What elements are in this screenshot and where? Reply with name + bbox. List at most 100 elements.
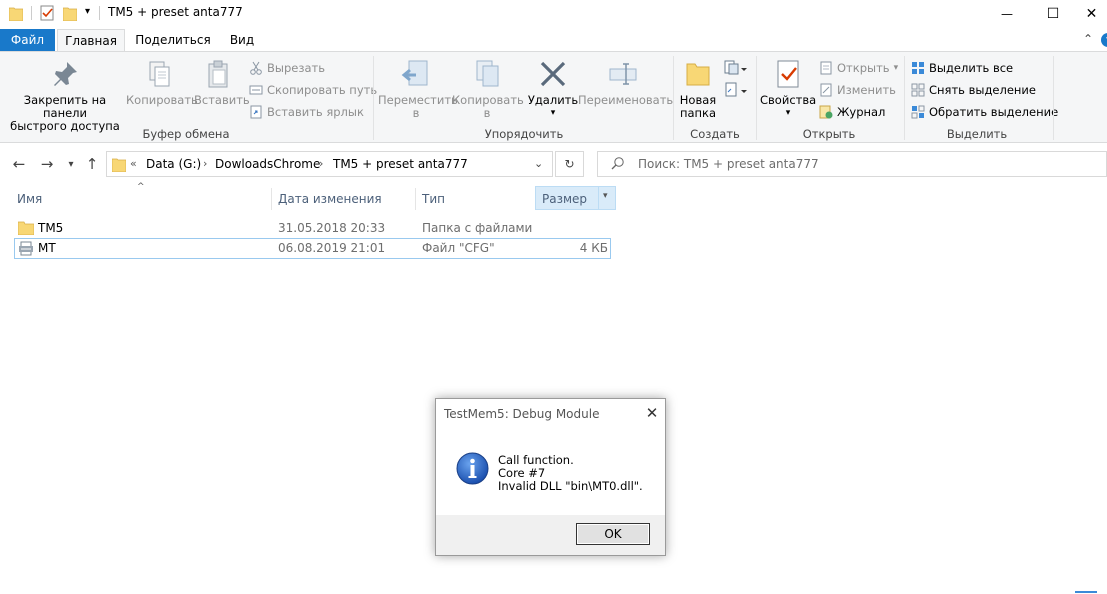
tab-home[interactable]: Главная <box>57 29 125 52</box>
copy-path-button[interactable]: Скопировать путь <box>249 83 377 97</box>
file-row-focused[interactable]: MT 06.08.2019 21:01 Файл "CFG" 4 КБ <box>14 238 611 259</box>
paste-icon <box>203 58 235 90</box>
select-all-button[interactable]: Выделить все <box>911 61 1013 75</box>
delete-label: Удалить <box>527 93 579 107</box>
clipboard-group-label: Буфер обмена <box>142 127 230 141</box>
open-group-label: Открыть <box>802 127 856 141</box>
select-group-label: Выделить <box>946 127 1008 141</box>
navigation-bar: ← → ▾ ↑ « Data (G:) › DowloadsChrome › T… <box>0 146 1107 182</box>
invert-selection-button[interactable]: Обратить выделение <box>911 105 1058 119</box>
rename-label: Переименовать <box>578 93 674 107</box>
invert-selection-icon <box>911 105 925 119</box>
column-header-name[interactable]: Имя <box>17 188 267 210</box>
config-file-icon <box>18 241 34 259</box>
delete-button[interactable]: Удалить ▾ <box>526 58 580 120</box>
dialog-title: TestMem5: Debug Module <box>444 407 600 421</box>
refresh-icon: ↻ <box>564 157 575 171</box>
new-folder-button[interactable]: Новая папка <box>676 58 720 120</box>
chevron-down-icon: ▾ <box>893 63 899 73</box>
cut-label: Вырезать <box>267 61 325 75</box>
help-icon[interactable]: ? <box>1100 32 1107 48</box>
copy-button[interactable]: Копировать <box>126 58 198 107</box>
up-arrow-icon[interactable]: ↑ <box>82 154 102 174</box>
new-folder-icon <box>682 58 714 90</box>
breadcrumb-data-drive[interactable]: Data (G:) <box>146 157 201 171</box>
tab-share[interactable]: Поделиться <box>135 29 210 51</box>
open-button[interactable]: Открыть ▾ <box>819 61 898 75</box>
group-divider <box>756 56 757 140</box>
cut-button[interactable]: Вырезать <box>249 61 325 75</box>
folder-icon <box>17 220 35 238</box>
move-to-button[interactable]: Переместить в <box>378 58 458 120</box>
ribbon: Закрепить на панели быстрого доступа Коп… <box>0 51 1107 143</box>
paste-button[interactable]: Вставить <box>194 58 250 107</box>
back-arrow-icon[interactable]: ← <box>9 154 29 174</box>
open-label: Открыть <box>837 61 890 75</box>
forward-arrow-icon[interactable]: → <box>37 154 57 174</box>
dialog-close-icon[interactable]: ✕ <box>642 403 662 423</box>
pin-label-line1: Закрепить на панели <box>23 93 107 120</box>
breadcrumb-dowloadschrome[interactable]: DowloadsChrome <box>215 157 320 171</box>
copy-icon <box>143 58 175 90</box>
column-filter-chevron-icon[interactable]: ▾ <box>603 191 608 201</box>
address-bar[interactable]: « Data (G:) › DowloadsChrome › TM5 + pre… <box>106 151 553 177</box>
properties-quick-icon[interactable] <box>40 5 55 24</box>
search-placeholder: Поиск: TM5 + preset anta777 <box>638 157 819 171</box>
file-name: MT <box>38 241 56 255</box>
window-title: TM5 + preset anta777 <box>108 5 243 19</box>
chevron-down-icon[interactable]: ⌄ <box>534 157 543 170</box>
copy-label: Копировать <box>126 93 198 107</box>
move-to-icon <box>400 58 432 90</box>
history-label: Журнал <box>837 105 886 119</box>
copy-to-button[interactable]: Копировать в <box>452 58 524 120</box>
copy-to-icon <box>471 58 503 90</box>
search-input[interactable]: Поиск: TM5 + preset anta777 <box>597 151 1107 177</box>
scissors-icon <box>249 61 263 75</box>
easy-access-icon[interactable] <box>723 82 749 101</box>
paste-shortcut-label: Вставить ярлык <box>267 105 364 119</box>
tab-file[interactable]: Файл <box>0 29 55 51</box>
maximize-button[interactable]: ☐ <box>1030 0 1076 27</box>
close-button[interactable]: ✕ <box>1076 0 1107 27</box>
details-view-indicator[interactable] <box>1075 591 1097 593</box>
dialog-message-line3: Invalid DLL "bin\MT0.dll". <box>498 479 643 493</box>
file-row[interactable]: TM5 31.05.2018 20:33 Папка с файлами <box>14 218 611 238</box>
recent-locations-chevron-icon[interactable]: ▾ <box>61 154 81 174</box>
copy-path-icon <box>249 83 263 97</box>
minimize-button[interactable]: — <box>984 0 1030 27</box>
properties-button[interactable]: Свойства ▾ <box>760 58 816 120</box>
paste-shortcut-icon <box>249 105 263 119</box>
paste-shortcut-button[interactable]: Вставить ярлык <box>249 105 364 119</box>
history-icon <box>819 105 833 119</box>
close-icon: ✕ <box>1085 5 1098 22</box>
group-divider <box>904 56 905 140</box>
properties-label: Свойства <box>760 93 817 107</box>
select-none-button[interactable]: Снять выделение <box>911 83 1036 97</box>
refresh-button[interactable]: ↻ <box>555 151 584 177</box>
organize-group-label: Упорядочить <box>484 127 564 141</box>
ok-button[interactable]: OK <box>576 523 650 545</box>
breadcrumb-current-folder[interactable]: TM5 + preset anta777 <box>333 157 468 171</box>
history-button[interactable]: Журнал <box>819 105 885 119</box>
customize-quick-access-icon[interactable]: ▾ <box>85 6 90 17</box>
delete-icon <box>537 58 569 90</box>
select-none-icon <box>911 83 925 97</box>
breadcrumb-overflow[interactable]: « <box>130 157 137 170</box>
new-item-icon[interactable] <box>723 60 749 79</box>
pin-icon <box>49 58 81 90</box>
info-icon <box>456 452 489 488</box>
rename-button[interactable]: Переименовать <box>578 58 674 107</box>
column-header-size[interactable]: Размер <box>542 188 598 210</box>
column-header-date[interactable]: Дата изменения <box>278 188 412 210</box>
new-group-label: Создать <box>690 127 740 141</box>
column-header-type[interactable]: Тип <box>422 188 532 210</box>
edit-button[interactable]: Изменить <box>819 83 896 97</box>
tab-view[interactable]: Вид <box>224 29 260 51</box>
rename-icon <box>607 58 639 90</box>
new-folder-label-line2: папка <box>679 106 717 120</box>
select-none-label: Снять выделение <box>929 83 1036 97</box>
title-bar: ▾ TM5 + preset anta777 — ☐ ✕ <box>0 0 1107 27</box>
collapse-ribbon-icon[interactable]: ⌃ <box>1083 32 1093 46</box>
pin-to-quick-access-button[interactable]: Закрепить на панели быстрого доступа <box>4 58 126 133</box>
new-folder-quick-icon[interactable] <box>62 5 78 24</box>
